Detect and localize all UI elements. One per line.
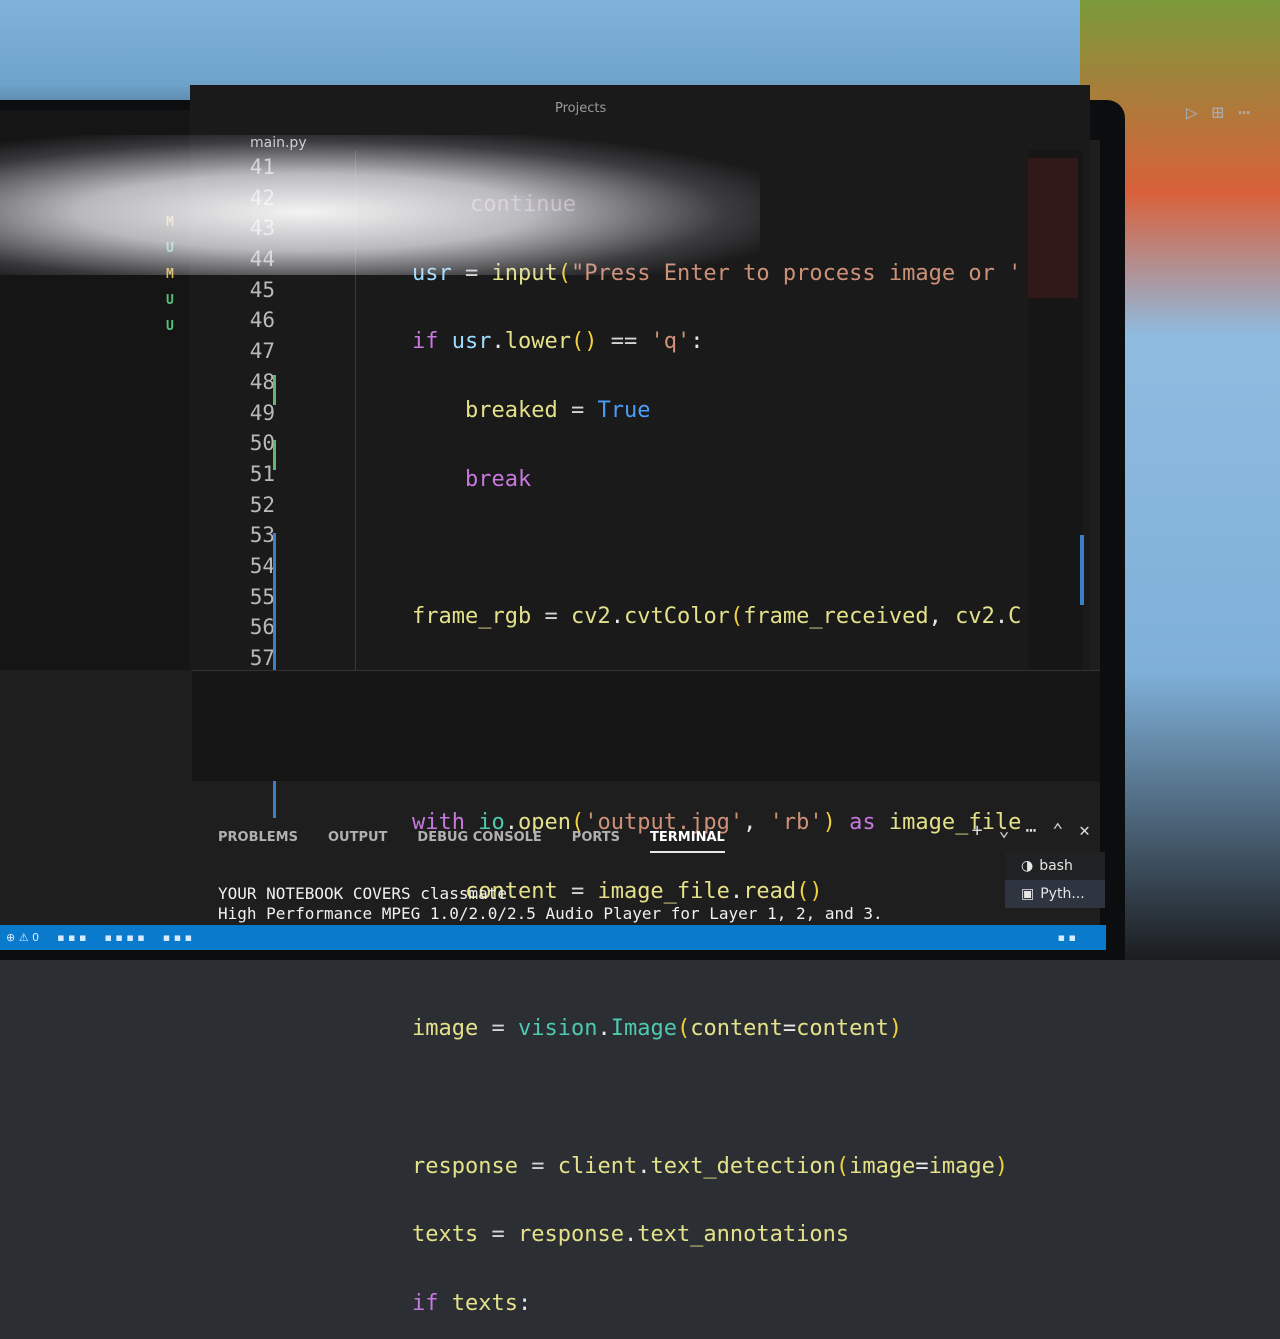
panel-actions: + ⌄ ⋯ ⌃ ✕ xyxy=(972,820,1090,841)
status-item[interactable]: ▪ ▪ ▪ ▪ xyxy=(104,931,144,944)
line-number: 51 xyxy=(249,461,275,486)
explorer-sidebar xyxy=(0,110,190,670)
split-editor-icon[interactable]: ⊞ xyxy=(1212,100,1224,124)
line-number: 54 xyxy=(249,553,275,578)
chevron-up-icon[interactable]: ⌃ xyxy=(1052,820,1063,841)
scm-untracked-mark: U xyxy=(166,319,174,334)
status-bar: ⊕ ⚠ 0 ▪ ▪ ▪ ▪ ▪ ▪ ▪ ▪ ▪ ▪ ▪ ▪ xyxy=(0,925,1106,950)
terminal-output-line: YOUR NOTEBOOK COVERS classmate xyxy=(218,884,507,903)
terminal-label: bash xyxy=(1039,858,1073,874)
status-item-right[interactable]: ▪ ▪ xyxy=(1058,931,1076,944)
terminal-icon: ▣ xyxy=(1021,886,1035,902)
scm-status-markers: M U M U U xyxy=(166,215,174,334)
scrollbar-marker xyxy=(1080,535,1084,605)
editor-actions: ▷ ⊞ ⋯ xyxy=(1186,100,1250,124)
tab-problems[interactable]: PROBLEMS xyxy=(218,830,298,853)
code-line: continue xyxy=(412,190,1032,221)
close-icon[interactable]: ✕ xyxy=(1079,820,1090,841)
line-number: 46 xyxy=(249,308,275,333)
minimap-highlight xyxy=(1028,158,1078,298)
terminal-output-line: High Performance MPEG 1.0/2.0/2.5 Audio … xyxy=(218,904,883,923)
status-item[interactable]: ▪ ▪ ▪ xyxy=(163,931,192,944)
line-number: 45 xyxy=(249,277,275,302)
added-lines-marker xyxy=(273,440,276,470)
tab-debug-console[interactable]: DEBUG CONSOLE xyxy=(417,830,541,853)
terminal-item-bash[interactable]: ◑ bash xyxy=(1005,852,1105,880)
line-number: 55 xyxy=(249,584,275,609)
tab-terminal[interactable]: TERMINAL xyxy=(650,830,725,853)
plus-icon[interactable]: + xyxy=(972,820,983,841)
line-number: 49 xyxy=(249,400,275,425)
tab-output[interactable]: OUTPUT xyxy=(328,830,387,853)
terminal-icon: ◑ xyxy=(1021,858,1034,874)
status-item[interactable]: ▪ ▪ ▪ xyxy=(57,931,86,944)
code-line: usr = input("Press Enter to process imag… xyxy=(412,260,1022,286)
scm-untracked-mark: U xyxy=(166,293,174,308)
line-number: 50 xyxy=(249,431,275,456)
code-line: response = client.text_detection(image=i… xyxy=(412,1153,1009,1179)
panel-tabs: PROBLEMS OUTPUT DEBUG CONSOLE PORTS TERM… xyxy=(218,830,725,853)
code-line: frame_rgb = cv2.cvtColor(frame_received,… xyxy=(412,604,1022,630)
code-line: image = vision.Image(content=content) xyxy=(412,1016,903,1042)
code-line: if texts: xyxy=(412,1291,532,1316)
bottom-panel xyxy=(192,670,1100,781)
terminal-item-python[interactable]: ▣ Pyth... xyxy=(1005,880,1105,908)
line-number: 52 xyxy=(249,492,275,517)
line-number: 41 xyxy=(249,155,275,179)
minimap[interactable] xyxy=(1028,150,1083,670)
line-number: 43 xyxy=(249,216,275,241)
terminal-list: ◑ bash ▣ Pyth... xyxy=(1005,852,1105,908)
chevron-down-icon[interactable]: ⌄ xyxy=(999,820,1010,841)
added-lines-marker xyxy=(273,375,276,405)
scm-modified-mark: M xyxy=(166,215,174,230)
code-line: breaked = True xyxy=(464,398,651,424)
code-line: texts = response.text_annotations xyxy=(412,1222,850,1248)
line-number: 48 xyxy=(249,369,275,394)
play-icon[interactable]: ▷ xyxy=(1186,100,1198,124)
tab-ports[interactable]: PORTS xyxy=(572,830,620,853)
scm-untracked-mark: U xyxy=(166,241,174,256)
line-number: 53 xyxy=(249,523,275,548)
line-number: 56 xyxy=(249,615,275,640)
terminal-output[interactable]: YOUR NOTEBOOK COVERS classmate High Perf… xyxy=(218,884,883,924)
code-line-text: continue xyxy=(470,192,576,217)
more-icon[interactable]: ⋯ xyxy=(1238,100,1250,124)
code-line: break xyxy=(464,466,532,492)
scm-modified-mark: M xyxy=(166,267,174,282)
line-number: 47 xyxy=(249,339,275,364)
line-number-gutter: 41 42 43 44 45 46 47 48 49 50 51 52 53 5… xyxy=(215,152,275,674)
more-icon[interactable]: ⋯ xyxy=(1025,820,1036,841)
line-number: 42 xyxy=(249,185,275,210)
indent-guide xyxy=(355,150,356,670)
code-line: if usr.lower() == 'q': xyxy=(412,329,704,355)
editor-tab-main[interactable]: main.py xyxy=(250,135,307,151)
line-number: 44 xyxy=(249,247,275,272)
terminal-label: Pyth... xyxy=(1040,886,1085,902)
remote-icon[interactable]: ⊕ ⚠ 0 xyxy=(6,931,39,944)
editor-tab-secondary[interactable]: Projects xyxy=(555,101,606,116)
